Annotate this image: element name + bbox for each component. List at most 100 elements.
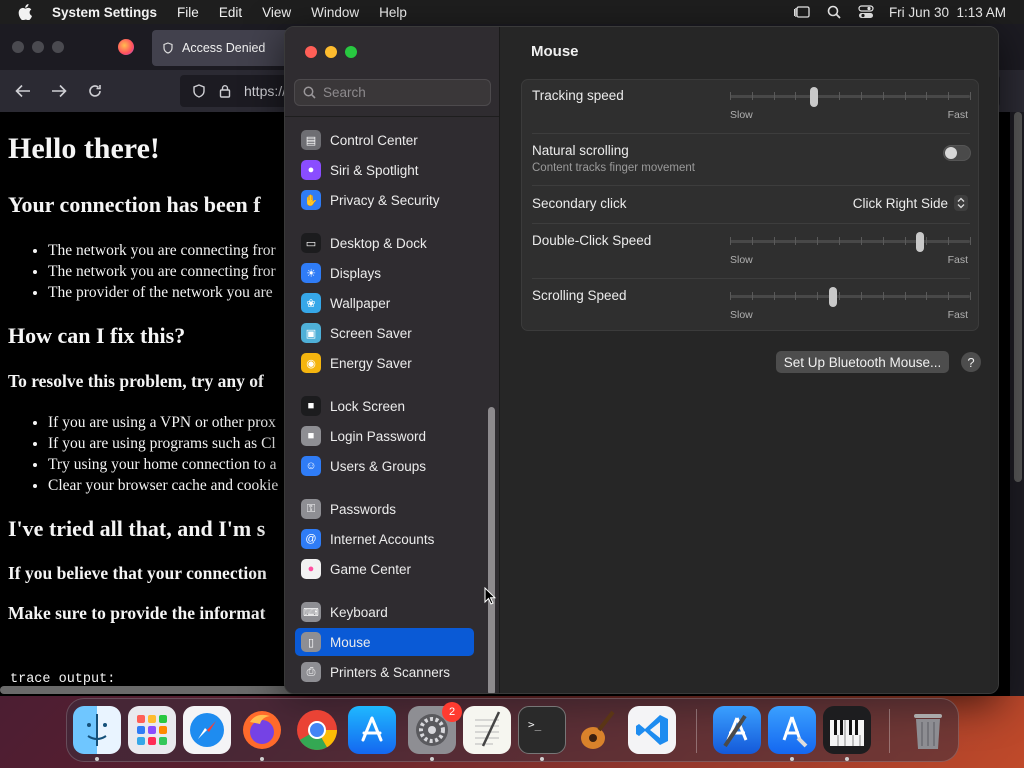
terminal-icon[interactable]: >_ — [518, 706, 566, 754]
sidebar-item-energy-saver[interactable]: ◉ Energy Saver — [295, 349, 474, 377]
slider-tick — [904, 292, 906, 300]
sidebar-item-displays[interactable]: ☀ Displays — [295, 259, 474, 287]
system-settings-icon[interactable]: 2 — [408, 702, 462, 754]
sidebar-item-label: Energy Saver — [330, 355, 412, 371]
spotlight-search-icon[interactable] — [825, 5, 843, 19]
running-indicator — [260, 757, 264, 761]
sidebar-item-privacy-security[interactable]: ✋ Privacy & Security — [295, 186, 474, 214]
vscode-icon[interactable] — [628, 706, 676, 754]
tracking-speed-slider[interactable] — [730, 87, 971, 107]
piano-icon[interactable] — [823, 706, 871, 754]
reason-list: The network you are connecting fror The … — [48, 242, 276, 305]
sidebar-item-label: Mouse — [330, 634, 371, 650]
slider-knob[interactable] — [829, 287, 838, 307]
list-item: If you are using a VPN or other prox — [48, 414, 278, 435]
apple-icon[interactable] — [18, 4, 38, 20]
setup-bluetooth-mouse-button[interactable]: Set Up Bluetooth Mouse... — [776, 351, 949, 373]
slider-knob[interactable] — [810, 87, 818, 107]
provide-heading: Make sure to provide the informat — [8, 603, 266, 623]
menu-window[interactable]: Window — [311, 5, 359, 20]
mouse-icon: ▯ — [301, 632, 321, 652]
slider-track — [730, 95, 970, 98]
sidebar-item-game-center[interactable]: ● Game Center — [295, 555, 474, 583]
sidebar-item-login-password[interactable]: ■ Login Password — [295, 422, 474, 450]
sidebar-item-label: Printers & Scanners — [330, 664, 451, 680]
zoom-button[interactable] — [345, 46, 357, 58]
sidebar-item-internet-accounts[interactable]: @ Internet Accounts — [295, 525, 474, 553]
svg-text:>_: >_ — [528, 718, 542, 731]
firefox-tab-icon[interactable] — [118, 39, 134, 55]
lock-icon[interactable] — [218, 84, 232, 98]
slider-tick — [751, 92, 753, 100]
sidebar-item-desktop-dock[interactable]: ▭ Desktop & Dock — [295, 229, 474, 257]
firefox-icon[interactable] — [238, 706, 286, 754]
browser-window-controls[interactable] — [12, 41, 64, 53]
trash-icon[interactable] — [904, 706, 952, 754]
chrome-icon[interactable] — [293, 706, 341, 754]
launchpad-icon[interactable] — [128, 706, 176, 754]
menu-file[interactable]: File — [177, 5, 199, 20]
sidebar-item-users-groups[interactable]: ☺ Users & Groups — [295, 452, 474, 480]
system-settings-window: Search ▤ Control Center ● Siri & Spotlight ✋… — [284, 26, 999, 694]
sidebar-item-passwords[interactable]: ⚿ Passwords — [295, 495, 474, 523]
xcode-icon[interactable] — [713, 706, 761, 754]
sidebar-scrollbar[interactable] — [488, 407, 495, 693]
list-item: If you are using programs such as Cl — [48, 435, 278, 456]
menu-edit[interactable]: Edit — [219, 5, 242, 20]
double-click-slider[interactable] — [730, 232, 971, 252]
stage-manager-icon[interactable] — [793, 5, 811, 19]
menu-app-name[interactable]: System Settings — [52, 5, 157, 20]
page-heading: Hello there! — [8, 132, 160, 165]
sidebar-item-wallpaper[interactable]: ❀ Wallpaper — [295, 289, 474, 317]
sidebar-item-screen-saver[interactable]: ▣ Screen Saver — [295, 319, 474, 347]
sidebar-item-control-center[interactable]: ▤ Control Center — [295, 126, 474, 154]
shield-icon[interactable] — [192, 84, 206, 98]
secondary-click-label: Secondary click — [532, 196, 627, 211]
slider-tick — [773, 237, 775, 245]
back-arrow-icon[interactable] — [14, 82, 32, 100]
control-center-icon[interactable] — [857, 5, 875, 19]
horizontal-scrollbar[interactable] — [0, 686, 300, 694]
finder-icon[interactable] — [73, 706, 121, 754]
reload-icon[interactable] — [86, 82, 104, 100]
slider-tick — [860, 92, 862, 100]
help-button[interactable]: ? — [961, 352, 981, 372]
secondary-click-popup[interactable]: Click Right Side — [853, 195, 968, 211]
sidebar-item-label: Privacy & Security — [330, 192, 440, 208]
app-store-icon[interactable] — [348, 706, 396, 754]
natural-scrolling-toggle[interactable] — [943, 145, 971, 161]
list-item: The network you are connecting fror — [48, 242, 276, 263]
page-scrollbar[interactable] — [1014, 112, 1022, 482]
menu-view[interactable]: View — [262, 5, 291, 20]
slider-tick — [970, 292, 971, 300]
sidebar-item-label: Wallpaper — [330, 295, 391, 311]
textedit-icon[interactable] — [463, 706, 511, 754]
tried-heading: I've tried all that, and I'm s — [8, 516, 266, 541]
simulator-icon[interactable] — [768, 706, 816, 754]
slider-tick — [882, 237, 884, 245]
sidebar-item-keyboard[interactable]: ⌨ Keyboard — [295, 598, 474, 626]
sidebar-item-siri-spotlight[interactable]: ● Siri & Spotlight — [295, 156, 474, 184]
scrolling-slow-label: Slow — [730, 309, 753, 321]
minimize-button[interactable] — [325, 46, 337, 58]
menu-clock[interactable]: Fri Jun 30 1:13 AM — [889, 5, 1006, 20]
forward-arrow-icon[interactable] — [50, 82, 68, 100]
slider-tick — [817, 292, 819, 300]
slider-tick — [730, 292, 731, 300]
slider-tick — [926, 92, 928, 100]
garageband-icon[interactable] — [573, 706, 621, 754]
sidebar-item-printers-scanners[interactable]: ⎙ Printers & Scanners — [295, 658, 474, 686]
slider-knob[interactable] — [915, 232, 924, 252]
users-icon: ☺ — [301, 456, 321, 476]
close-button[interactable] — [305, 46, 317, 58]
sidebar-item-label: Siri & Spotlight — [330, 162, 419, 178]
sidebar-item-mouse[interactable]: ▯ Mouse — [295, 628, 474, 656]
search-field[interactable]: Search — [294, 79, 491, 106]
menu-help[interactable]: Help — [379, 5, 407, 20]
slider-tick — [882, 92, 884, 100]
safari-icon[interactable] — [183, 706, 231, 754]
row-divider — [532, 278, 970, 279]
scrolling-speed-slider[interactable] — [730, 287, 971, 307]
tab-access-denied[interactable]: Access Denied — [152, 30, 292, 66]
sidebar-item-lock-screen[interactable]: ■ Lock Screen — [295, 392, 474, 420]
